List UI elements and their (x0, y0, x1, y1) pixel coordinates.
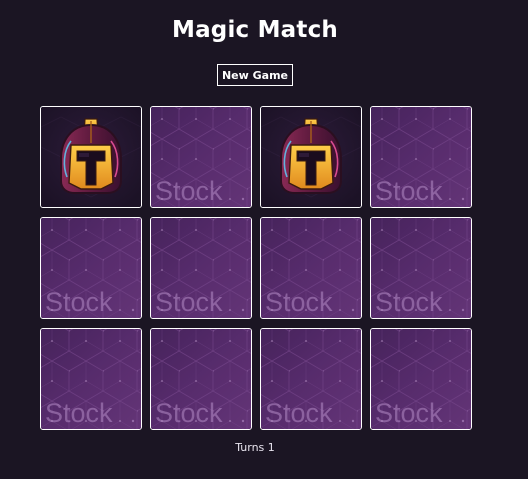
card-grid: Stock Stock Stock Stock Stock Stock Stoc… (40, 106, 472, 430)
card-back[interactable]: Stock (370, 217, 472, 319)
card-back-pattern: Stock (371, 329, 471, 429)
card-back-pattern: Stock (261, 218, 361, 318)
card-back-pattern: Stock (151, 329, 251, 429)
turns-label: Turns (235, 441, 265, 454)
card-back[interactable]: Stock (370, 328, 472, 430)
card-back-pattern: Stock (371, 218, 471, 318)
card-back-watermark: Stock (155, 287, 223, 317)
card-revealed[interactable] (260, 106, 362, 208)
card-back-pattern: Stock (261, 329, 361, 429)
new-game-button[interactable]: New Game (217, 64, 293, 86)
card-back-watermark: Stock (375, 287, 443, 317)
turns-value: 1 (267, 441, 275, 454)
card-back-pattern: Stock (151, 107, 251, 207)
card-back-watermark: Stock (45, 287, 113, 317)
card-back-watermark: Stock (375, 398, 443, 428)
card-back[interactable]: Stock (150, 328, 252, 430)
card-back-watermark: Stock (265, 287, 333, 317)
card-back[interactable]: Stock (370, 106, 472, 208)
card-back-pattern: Stock (41, 218, 141, 318)
card-revealed[interactable] (40, 106, 142, 208)
card-back-pattern: Stock (371, 107, 471, 207)
game-title: Magic Match (171, 17, 338, 43)
card-back[interactable]: Stock (260, 328, 362, 430)
helmet-icon (41, 107, 141, 207)
card-back-pattern: Stock (41, 329, 141, 429)
card-back[interactable]: Stock (150, 217, 252, 319)
card-back-watermark: Stock (375, 176, 443, 206)
card-back-pattern: Stock (151, 218, 251, 318)
card-back[interactable]: Stock (150, 106, 252, 208)
turns-counter: Turns 1 (0, 441, 510, 454)
card-back-watermark: Stock (155, 398, 223, 428)
helmet-icon (261, 107, 361, 207)
card-back[interactable]: Stock (40, 217, 142, 319)
card-back[interactable]: Stock (40, 328, 142, 430)
card-back-watermark: Stock (155, 176, 223, 206)
card-back[interactable]: Stock (260, 217, 362, 319)
card-back-watermark: Stock (265, 398, 333, 428)
card-back-watermark: Stock (45, 398, 113, 428)
